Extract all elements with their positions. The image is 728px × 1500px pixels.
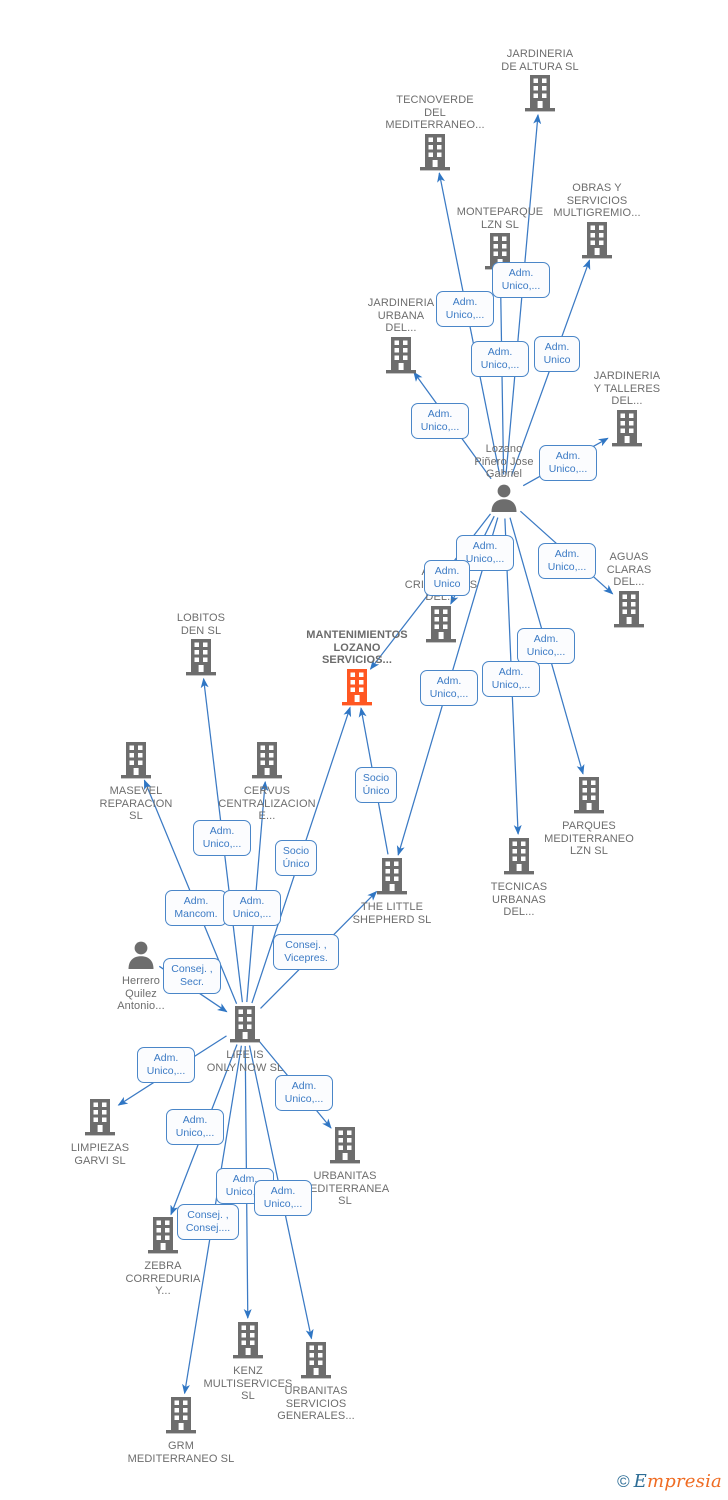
edge-label-e22[interactable]: Adm. Unico,... [166,1109,224,1145]
node-label: THE LITTLE SHEPHERD SL [352,901,432,926]
building-icon [76,740,196,785]
graph-node-n06[interactable]: JARDINERIA Y TALLERES DEL... [567,370,687,453]
edge-label-e20[interactable]: Adm. Unico,... [137,1047,195,1083]
edge-label-e06[interactable]: Adm. Unico,... [539,445,597,481]
network-diagram-canvas: JARDINERIA DE ALTURA SL TECNOVERDE DEL ME… [0,0,728,1500]
node-label: ZEBRA CORREDURIA Y... [125,1260,201,1297]
node-label: MONTEPARQUE LZN SL [456,206,544,231]
building-icon [569,589,689,634]
node-label: URBANITAS SERVICIOS GENERALES... [277,1385,355,1422]
edge-label-e04[interactable]: Adm. Unico [534,336,580,372]
node-label: JARDINERIA DE ALTURA SL [501,48,579,73]
node-label: CERVUS CENTRALIZACION E... [218,785,316,822]
watermark: © Empresia [617,1471,722,1492]
node-label: TECNICAS URBANAS DEL... [490,881,548,918]
graph-node-n24[interactable]: GRM MEDITERRANEO SL [121,1395,241,1465]
graph-node-n18[interactable]: LIFE IS ONLY NOW SL [185,1004,305,1074]
node-label: GRM MEDITERRANEO SL [127,1440,235,1465]
copyright-icon: © [617,1472,630,1491]
edge-label-e11[interactable]: Adm. Unico,... [482,661,540,697]
node-label: JARDINERIA Y TALLERES DEL... [593,370,661,407]
graph-node-n02[interactable]: TECNOVERDE DEL MEDITERRANEO... [375,94,495,177]
node-label: TECNOVERDE DEL MEDITERRANEO... [385,94,485,131]
node-label: MASEVEL REPARACION SL [99,785,173,822]
edge-label-e05[interactable]: Adm. Unico,... [411,403,469,439]
building-icon [256,1340,376,1385]
edge-label-e24[interactable]: Adm. Unico,... [254,1180,312,1216]
edge-label-e10[interactable]: Adm. Unico,... [517,628,575,664]
graph-node-n16[interactable]: THE LITTLE SHEPHERD SL [332,856,452,926]
edge-label-e09[interactable]: Adm. Unico,... [538,543,596,579]
edge-label-e02[interactable]: Adm. Unico,... [436,291,494,327]
graph-node-n13[interactable]: CERVUS CENTRALIZACION E... [207,740,327,823]
graph-node-n23[interactable]: URBANITAS SERVICIOS GENERALES... [256,1340,376,1423]
building-icon [141,637,261,682]
edge-label-e16[interactable]: Adm. Mancom. [165,890,227,926]
node-label: LIMPIEZAS GARVI SL [70,1142,130,1167]
edge-label-e18[interactable]: Consej. , Vicepres. [273,934,339,970]
building-icon [297,667,417,712]
person-icon [444,481,564,518]
building-icon [207,740,327,785]
graph-node-n01[interactable]: JARDINERIA DE ALTURA SL [480,48,600,118]
building-icon [529,775,649,820]
building-icon [341,335,461,380]
edge-label-e14[interactable]: Socio Único [275,840,317,876]
graph-node-n10[interactable]: LOBITOS DEN SL [141,612,261,682]
graph-node-n15[interactable]: TECNICAS URBANAS DEL... [459,836,579,919]
edge-label-e12[interactable]: Adm. Unico,... [420,670,478,706]
building-icon [375,132,495,177]
building-icon [185,1004,305,1049]
node-label: LOBITOS DEN SL [176,612,226,637]
node-label: MANTENIMIENTOS LOZANO SERVICIOS... [306,629,408,666]
edge-label-e03[interactable]: Adm. Unico,... [471,341,529,377]
building-icon [480,73,600,118]
edge-label-e15[interactable]: Adm. Unico,... [193,820,251,856]
edge-label-e01[interactable]: Adm. Unico,... [492,262,550,298]
edge-label-e13[interactable]: Socio Único [355,767,397,803]
node-label: LIFE IS ONLY NOW SL [206,1049,284,1074]
building-icon [121,1395,241,1440]
edge-label-e21[interactable]: Adm. Unico,... [275,1075,333,1111]
graph-node-n19[interactable]: LIMPIEZAS GARVI SL [40,1097,160,1167]
building-icon [332,856,452,901]
edge-label-e19[interactable]: Consej. , Secr. [163,958,221,994]
graph-node-n11[interactable]: MANTENIMIENTOS LOZANO SERVICIOS... [297,629,417,712]
edge-label-e08[interactable]: Adm. Unico [424,560,470,596]
building-icon [40,1097,160,1142]
brand-name: Empresia [633,1471,722,1492]
building-icon [459,836,579,881]
building-icon [285,1125,405,1170]
edge-label-e25[interactable]: Consej. , Consej.... [177,1204,239,1240]
graph-node-n12[interactable]: MASEVEL REPARACION SL [76,740,196,823]
edge-label-e17[interactable]: Adm. Unico,... [223,890,281,926]
